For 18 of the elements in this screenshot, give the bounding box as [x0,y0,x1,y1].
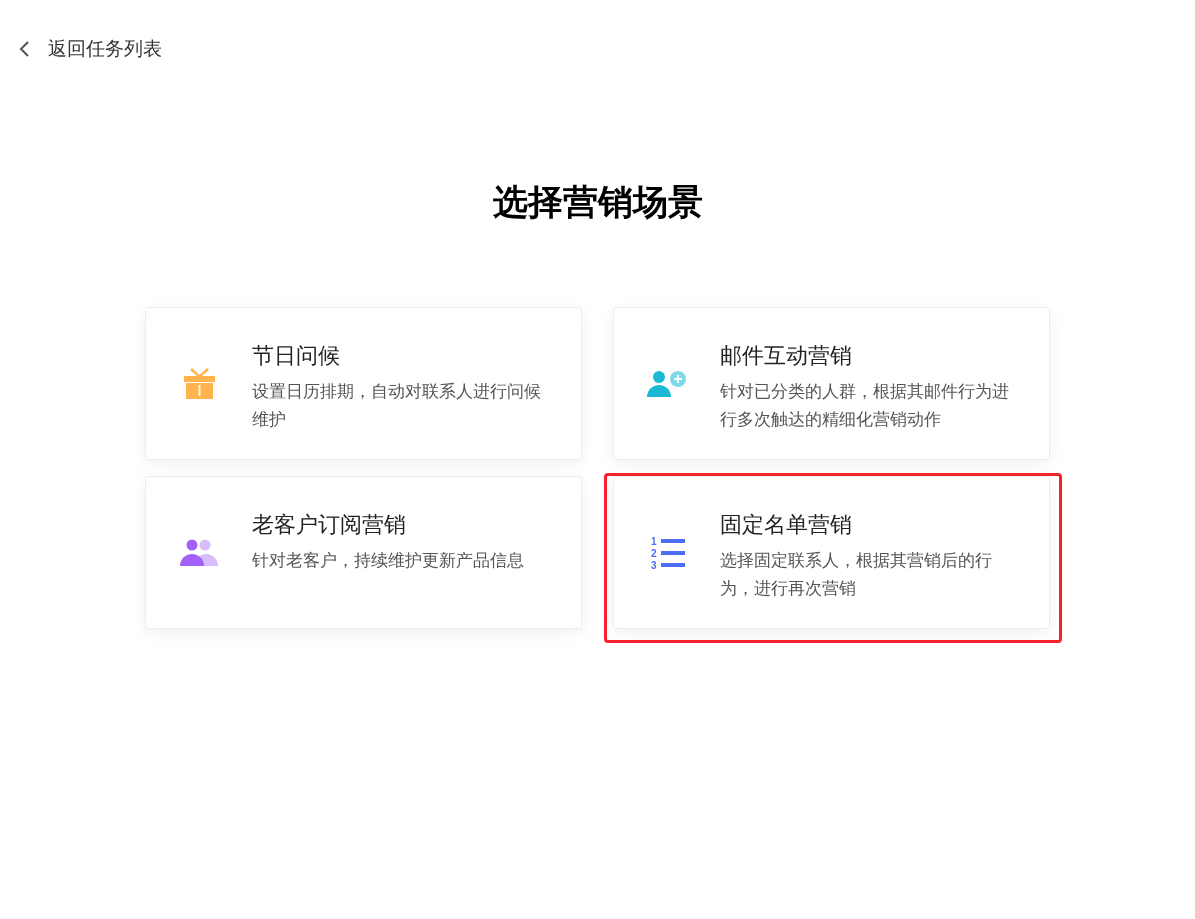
card-description: 针对老客户，持续维护更新产品信息 [252,550,524,573]
card-title: 邮件互动营销 [720,342,853,371]
gift-icon [182,367,216,401]
card-title: 老客户订阅营销 [252,511,407,540]
card-title: 节日问候 [252,342,341,371]
card-description: 针对已分类的人群，根据其邮件行为进行多次触达的精细化营销动作 [720,381,1010,432]
card-description: 选择固定联系人，根据其营销后的行为，进行再次营销 [720,550,993,601]
card-description: 设置日历排期，自动对联系人进行问候维护 [252,381,542,432]
card-title: 固定名单营销 [720,511,853,540]
scenario-card[interactable]: 老客户订阅营销 针对老客户，持续维护更新产品信息 [145,476,582,630]
scenario-card[interactable]: 邮件互动营销 针对已分类的人群，根据其邮件行为进行多次触达的精细化营销动作 [613,307,1050,461]
scenario-card[interactable]: 节日问候 设置日历排期，自动对联系人进行问候维护 [145,307,582,461]
scenario-card[interactable]: 1 2 3 固定名单营销 选择固定联系人，根据其营销后的行为，进行再次营销 [613,476,1050,630]
two-users-icon [179,539,219,567]
back-link[interactable]: 返回任务列表 [18,35,162,64]
page-heading: 选择营销场景 [491,181,704,224]
back-chevron-icon [18,40,32,59]
add-user-icon [647,369,687,398]
